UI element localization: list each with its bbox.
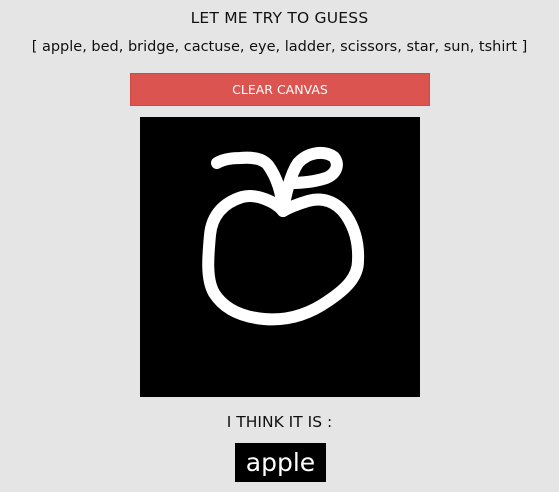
guess-result: apple — [235, 443, 326, 482]
guess-label: I THINK IT IS : — [226, 413, 333, 431]
drawing-canvas[interactable] — [140, 117, 420, 397]
clear-canvas-button[interactable]: CLEAR CANVAS — [130, 73, 430, 106]
page-title: LET ME TRY TO GUESS — [190, 9, 369, 27]
class-list: [ apple, bed, bridge, cactuse, eye, ladd… — [31, 39, 528, 55]
drawing-surface[interactable] — [140, 117, 420, 397]
